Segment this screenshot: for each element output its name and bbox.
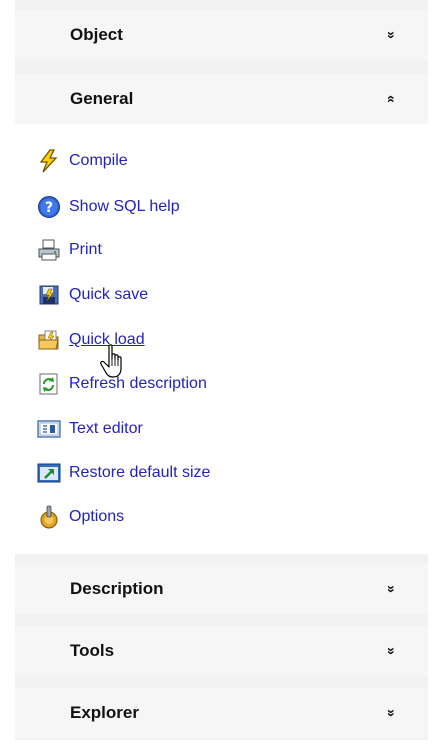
group-body-general: Compile ? Show SQL help Print Quick save… xyxy=(15,124,428,554)
group-title-object: Object xyxy=(70,25,123,44)
menu-item-label: Show SQL help xyxy=(69,198,180,215)
group-title-tools: Tools xyxy=(70,641,115,660)
text-editor-icon xyxy=(37,417,61,441)
quick-load-icon xyxy=(37,328,61,352)
menu-item-restore-default-size[interactable]: Restore default size xyxy=(37,458,397,488)
menu-item-label: Quick save xyxy=(69,286,149,303)
menu-item-label: Compile xyxy=(69,152,128,169)
chevron-down-icon[interactable]: » xyxy=(367,647,417,655)
menu-item-label: Refresh description xyxy=(69,375,207,392)
printer-icon xyxy=(37,238,61,262)
group-header-object[interactable]: Object » xyxy=(15,10,428,60)
svg-text:?: ? xyxy=(45,200,53,216)
menu-item-text-editor[interactable]: Text editor xyxy=(37,414,397,444)
chevron-down-icon[interactable]: » xyxy=(367,709,417,717)
group-header-general[interactable]: General « xyxy=(15,74,428,124)
quick-save-icon xyxy=(37,283,61,307)
group-title-explorer: Explorer xyxy=(70,703,139,722)
chevron-up-icon[interactable]: « xyxy=(367,95,417,103)
menu-item-refresh-description[interactable]: Refresh description xyxy=(37,369,397,399)
help-icon: ? xyxy=(37,195,61,219)
group-header-explorer[interactable]: Explorer » xyxy=(15,688,428,738)
group-header-description[interactable]: Description » xyxy=(15,564,428,614)
menu-item-print[interactable]: Print xyxy=(37,235,397,265)
chevron-down-icon[interactable]: » xyxy=(367,585,417,593)
group-title-description: Description xyxy=(70,579,164,598)
lightning-icon xyxy=(37,149,61,173)
hand-cursor-icon xyxy=(100,344,130,382)
chevron-down-icon[interactable]: » xyxy=(367,31,417,39)
group-header-tools[interactable]: Tools » xyxy=(15,626,428,676)
menu-item-label: Text editor xyxy=(69,420,143,437)
menu-item-compile[interactable]: Compile xyxy=(37,146,397,176)
menu-item-quick-save[interactable]: Quick save xyxy=(37,280,397,310)
group-title-general: General xyxy=(70,89,134,108)
menu-item-quick-load[interactable]: Quick load xyxy=(37,325,397,355)
navigation-bar: Object » General « Compile ? Show SQL he… xyxy=(15,0,428,740)
menu-item-options[interactable]: Options xyxy=(37,502,397,532)
menu-item-show-sql-help[interactable]: ? Show SQL help xyxy=(37,192,397,222)
menu-item-label: Options xyxy=(69,508,125,525)
menu-item-label: Restore default size xyxy=(69,464,211,481)
refresh-icon xyxy=(37,372,61,396)
menu-item-label: Print xyxy=(69,241,102,258)
options-icon xyxy=(37,505,61,529)
restore-size-icon xyxy=(37,461,61,485)
